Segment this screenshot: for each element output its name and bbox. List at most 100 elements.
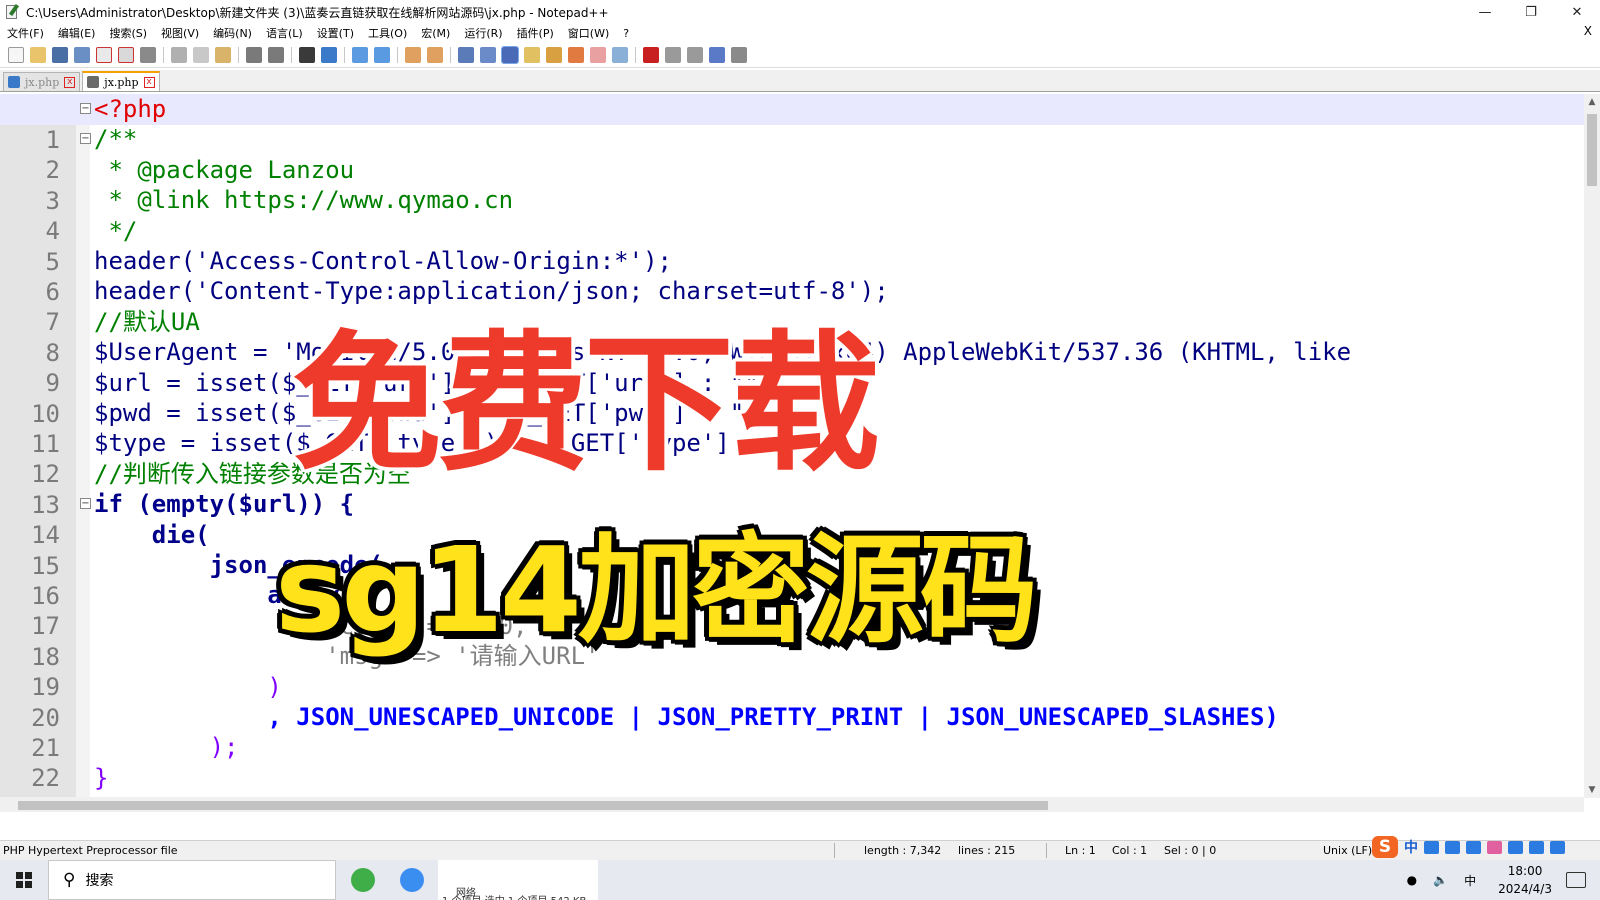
ime-mode-indicator[interactable]: 中 xyxy=(1404,837,1418,857)
system-tray: ● 🔈 中 18:00 2024/4/3 xyxy=(1399,860,1600,900)
horizontal-scroll-thumb[interactable] xyxy=(18,801,1048,810)
menu-run[interactable]: 运行(R) xyxy=(457,25,509,41)
status-file-type: PHP Hypertext Preprocessor file xyxy=(3,844,178,857)
fold-minus-icon[interactable]: − xyxy=(80,498,91,510)
code-line[interactable]: 5 */ xyxy=(0,216,1584,276)
code-line[interactable]: 3 * @package Lanzou xyxy=(0,155,1584,215)
status-eol[interactable]: Unix (LF) xyxy=(1323,844,1372,857)
menu-tools[interactable]: 工具(O) xyxy=(361,25,414,41)
code-line[interactable]: 20 ) xyxy=(0,672,1584,732)
play-macro-icon[interactable] xyxy=(687,46,703,63)
zoom-out-icon[interactable] xyxy=(374,46,390,63)
sync-horizontal-icon[interactable] xyxy=(427,46,443,63)
tab-jx-php-2[interactable]: jx.php x xyxy=(82,71,160,91)
redo-icon[interactable] xyxy=(268,46,284,63)
run-macro-multiple-icon[interactable] xyxy=(709,46,725,63)
record-macro-icon[interactable] xyxy=(643,46,659,63)
scroll-down-icon[interactable]: ▼ xyxy=(1584,782,1600,798)
undo-icon[interactable] xyxy=(246,46,262,63)
menu-encoding[interactable]: 编码(N) xyxy=(206,25,259,41)
restore-button[interactable]: ❐ xyxy=(1508,0,1554,24)
code-line[interactable]: 4 * @link https://www.qymao.cn xyxy=(0,185,1584,245)
horizontal-scrollbar[interactable] xyxy=(0,797,1584,812)
status-separator xyxy=(1046,843,1047,858)
replace-icon[interactable] xyxy=(321,46,337,63)
function-list-icon[interactable] xyxy=(568,46,584,63)
save-icon[interactable] xyxy=(52,46,68,63)
settings-gear-icon[interactable] xyxy=(1550,840,1565,854)
tab-jx-php-1[interactable]: jx.php x xyxy=(3,72,81,91)
monitoring-icon[interactable] xyxy=(612,46,628,63)
close-file-icon[interactable] xyxy=(96,46,112,63)
code-text: <?php xyxy=(94,95,167,123)
close-all-icon[interactable] xyxy=(118,46,134,63)
code-line[interactable]: 6 header('Access-Control-Allow-Origin:*'… xyxy=(0,246,1584,306)
vertical-scrollbar[interactable]: ▲ ▼ xyxy=(1584,94,1600,798)
document-map-icon[interactable] xyxy=(546,46,562,63)
menu-window[interactable]: 窗口(W) xyxy=(561,25,616,41)
fold-minus-icon[interactable]: − xyxy=(80,133,91,145)
keyboard-icon[interactable] xyxy=(1466,840,1481,854)
skin-icon[interactable] xyxy=(1487,840,1502,854)
notification-icon[interactable] xyxy=(1566,872,1586,888)
code-line[interactable]: 22 ); xyxy=(0,732,1584,792)
show-all-chars-icon[interactable] xyxy=(480,46,496,63)
qq-icon[interactable]: ● xyxy=(1407,873,1417,887)
volume-icon[interactable]: 🔈 xyxy=(1433,873,1448,887)
close-document-button[interactable]: X xyxy=(1584,24,1592,38)
find-icon[interactable] xyxy=(299,46,315,63)
menu-language[interactable]: 语言(L) xyxy=(259,25,310,41)
code-line[interactable]: 1 − <?php xyxy=(0,94,1584,154)
menu-search[interactable]: 搜索(S) xyxy=(102,25,154,41)
save-macro-icon[interactable] xyxy=(731,46,747,63)
taskbar-app-baidu-netdisk[interactable] xyxy=(389,864,435,896)
save-all-icon[interactable] xyxy=(74,46,90,63)
menu-macro[interactable]: 宏(M) xyxy=(414,25,457,41)
zoom-in-icon[interactable] xyxy=(352,46,368,63)
scroll-up-icon[interactable]: ▲ xyxy=(1584,94,1600,110)
indent-guide-icon[interactable] xyxy=(501,45,519,64)
apps-grid-icon[interactable] xyxy=(1529,840,1544,854)
tab-close-icon[interactable]: x xyxy=(143,76,155,88)
taskbar-clock[interactable]: 18:00 2024/4/3 xyxy=(1498,862,1552,898)
print-icon[interactable] xyxy=(140,46,156,63)
new-file-icon[interactable] xyxy=(8,46,24,63)
start-button[interactable] xyxy=(0,860,48,900)
minimize-button[interactable]: — xyxy=(1462,0,1508,24)
tab-close-icon[interactable]: x xyxy=(64,76,76,88)
stop-macro-icon[interactable] xyxy=(665,46,681,63)
menu-edit[interactable]: 编辑(E) xyxy=(51,25,103,41)
punctuation-icon[interactable] xyxy=(1424,840,1439,854)
sogou-ime-icon[interactable]: S xyxy=(1372,836,1398,858)
code-line[interactable]: 7 header('Content-Type:application/json;… xyxy=(0,276,1584,336)
folder-workspace-icon[interactable] xyxy=(590,46,606,63)
cut-icon[interactable] xyxy=(171,46,187,63)
language-udf-icon[interactable] xyxy=(524,46,540,63)
open-file-icon[interactable] xyxy=(30,46,46,63)
menu-help[interactable]: ? xyxy=(616,27,636,40)
status-line-number: Ln : 1 xyxy=(1065,844,1096,857)
vertical-scroll-thumb[interactable] xyxy=(1587,114,1597,186)
word-wrap-icon[interactable] xyxy=(458,46,474,63)
notepadpp-icon xyxy=(4,3,20,20)
menu-view[interactable]: 视图(V) xyxy=(154,25,206,41)
taskbar-search[interactable]: ⚲ 搜索 xyxy=(48,860,336,900)
sync-vertical-icon[interactable] xyxy=(405,46,421,63)
paste-icon[interactable] xyxy=(215,46,231,63)
tray-language[interactable]: 中 xyxy=(1464,872,1476,889)
clock-time: 18:00 xyxy=(1507,864,1543,878)
toolbox-icon[interactable] xyxy=(1508,840,1523,854)
code-line[interactable]: 2 − /** xyxy=(0,124,1584,184)
code-line[interactable]: 14 − if (empty($url)) { xyxy=(0,489,1584,549)
taskbar-app-360-browser[interactable] xyxy=(340,864,386,896)
code-line[interactable]: 21 , JSON_UNESCAPED_UNICODE | JSON_PRETT… xyxy=(0,702,1584,762)
fold-minus-icon[interactable]: − xyxy=(80,103,91,114)
menu-settings[interactable]: 设置(T) xyxy=(310,25,361,41)
menu-file[interactable]: 文件(F) xyxy=(0,25,51,41)
menu-plugins[interactable]: 插件(P) xyxy=(510,25,561,41)
copy-icon[interactable] xyxy=(193,46,209,63)
code-line[interactable]: 23 } xyxy=(0,763,1584,812)
toolbar-separator xyxy=(163,46,164,63)
close-button[interactable]: ✕ xyxy=(1554,0,1600,24)
microphone-icon[interactable] xyxy=(1445,840,1460,854)
